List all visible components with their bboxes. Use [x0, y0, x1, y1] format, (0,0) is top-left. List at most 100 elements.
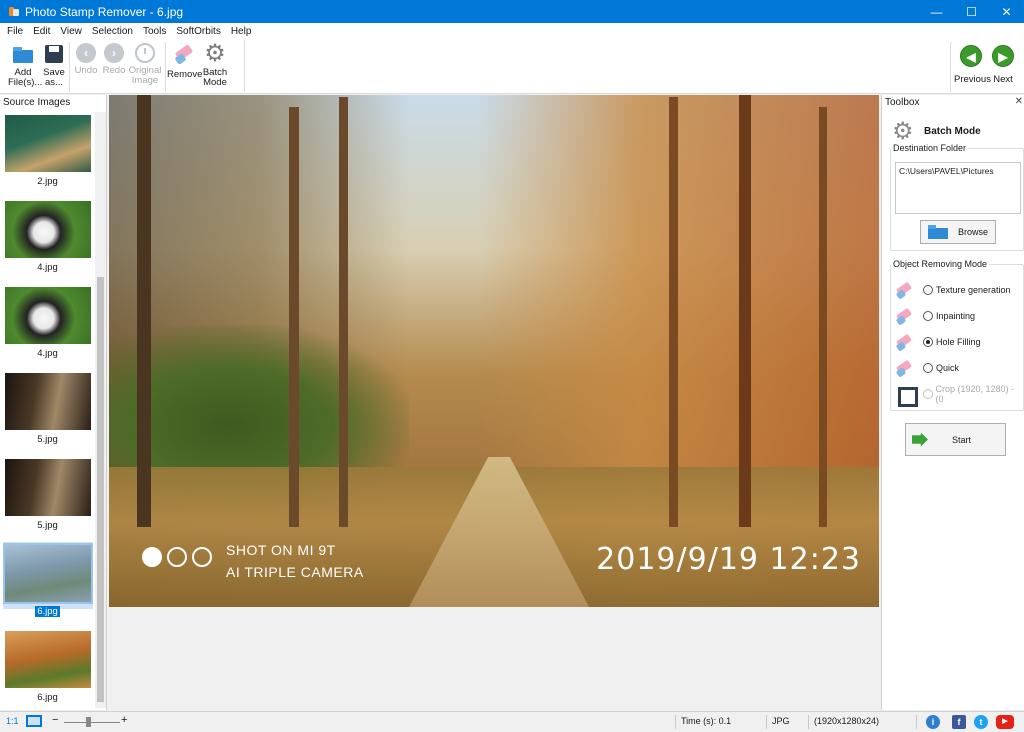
destination-folder-group: Destination Folder C:\Users\PAVEL\Pictur…	[890, 143, 1024, 251]
photo-view[interactable]: SHOT ON MI 9T AI TRIPLE CAMERA 2019/9/19…	[109, 95, 879, 607]
source-images-title: Source Images	[3, 97, 71, 108]
save-icon	[43, 43, 65, 65]
zoom-ratio[interactable]: 1:1	[6, 716, 19, 726]
maximize-button[interactable]: ☐	[954, 0, 989, 23]
minimize-button[interactable]: —	[919, 0, 954, 23]
toolbox-header: Toolbox ✕	[882, 95, 1024, 111]
watermark-text: SHOT ON MI 9T	[226, 542, 336, 558]
mode-label: Quick	[936, 363, 960, 373]
zoom-slider[interactable]	[64, 722, 120, 723]
image-format: JPG	[772, 716, 790, 726]
mode-label: Crop (1920, 1280) - (0	[935, 384, 1015, 404]
thumbnail-item-selected[interactable]: 6.jpg	[0, 542, 95, 628]
batch-mode-title: Batch Mode	[924, 126, 981, 137]
mode-label: Inpainting	[936, 311, 976, 321]
radio-button[interactable]	[923, 311, 933, 321]
thumbnail-scrollbar[interactable]	[95, 112, 106, 708]
watermark-logo	[142, 547, 212, 567]
menu-edit[interactable]: Edit	[33, 26, 50, 37]
watermark-datetime: 2019/9/19 12:23	[596, 542, 861, 577]
save-as-button[interactable]: Save as...	[42, 41, 66, 88]
radio-button-checked[interactable]	[923, 337, 933, 347]
thumbnail-caption: 4.jpg	[37, 348, 58, 359]
status-bar: 1:1 − + Time (s): 0.1 JPG (1920x1280x24)…	[0, 711, 1024, 732]
menu-softorbits[interactable]: SoftOrbits	[176, 26, 220, 37]
menu-file[interactable]: File	[7, 26, 23, 37]
redo-button[interactable]: › Redo	[101, 41, 127, 76]
close-button[interactable]: ✕	[989, 0, 1024, 23]
eraser-icon	[895, 332, 915, 352]
thumbnail-image	[5, 373, 91, 430]
window-title: Photo Stamp Remover - 6.jpg	[25, 4, 184, 19]
next-button[interactable]: ▶ Next	[990, 43, 1016, 85]
thumbnail-image	[5, 201, 91, 258]
batch-mode-label: Batch Mode	[202, 67, 228, 88]
mode-texture-generation[interactable]: Texture generation	[895, 279, 1011, 301]
start-button[interactable]: Start	[905, 423, 1006, 456]
info-icon[interactable]: i	[926, 715, 940, 729]
zoom-slider-handle[interactable]	[86, 717, 91, 727]
undo-label: Undo	[74, 65, 98, 76]
radio-button[interactable]	[923, 285, 933, 295]
mode-quick[interactable]: Quick	[895, 357, 959, 379]
batch-mode-button[interactable]: ⚙ Batch Mode	[202, 41, 228, 88]
scrollbar-thumb[interactable]	[97, 277, 104, 702]
thumbnail-image	[5, 287, 91, 344]
start-arrow-icon	[912, 432, 928, 447]
redo-icon: ›	[104, 43, 124, 63]
zoom-out-button[interactable]: −	[52, 714, 58, 726]
mode-crop[interactable]: Crop (1920, 1280) - (0	[895, 383, 1023, 407]
facebook-icon[interactable]: f	[952, 715, 966, 729]
menu-help[interactable]: Help	[231, 26, 252, 37]
thumbnail-item[interactable]: 5.jpg	[0, 370, 95, 456]
remove-button[interactable]: Remove	[167, 41, 203, 80]
batch-mode-header: ⚙ Batch Mode	[892, 117, 981, 146]
remove-label: Remove	[167, 69, 203, 80]
previous-button[interactable]: ◀ Previous	[954, 43, 991, 85]
image-canvas[interactable]: SHOT ON MI 9T AI TRIPLE CAMERA 2019/9/19…	[108, 95, 880, 710]
thumbnail-item[interactable]: 6.jpg	[0, 628, 95, 714]
image-dimensions: (1920x1280x24)	[814, 716, 880, 726]
original-image-label: Original Image	[128, 65, 162, 86]
eraser-icon	[895, 280, 915, 300]
undo-button[interactable]: ‹ Undo	[73, 41, 99, 76]
gear-icon: ⚙	[204, 40, 226, 67]
folder-open-icon	[12, 43, 34, 65]
object-removing-mode-label: Object Removing Mode	[893, 259, 988, 269]
radio-button[interactable]	[923, 363, 933, 373]
twitter-icon[interactable]: t	[974, 715, 988, 729]
youtube-icon[interactable]: ▶	[996, 715, 1014, 729]
fit-window-icon[interactable]	[26, 715, 42, 727]
zoom-in-button[interactable]: +	[121, 714, 127, 726]
undo-icon: ‹	[76, 43, 96, 63]
radio-button[interactable]	[922, 389, 933, 399]
mode-hole-filling[interactable]: Hole Filling	[895, 331, 981, 353]
thumbnail-item[interactable]: 2.jpg	[0, 112, 95, 198]
destination-path-field[interactable]: C:\Users\PAVEL\Pictures	[895, 162, 1021, 214]
menu-selection[interactable]: Selection	[92, 26, 133, 37]
thumbnail-item[interactable]: 4.jpg	[0, 198, 95, 284]
mode-inpainting[interactable]: Inpainting	[895, 305, 975, 327]
crop-icon	[895, 384, 918, 407]
toolbox-panel: Toolbox ✕ ⚙ Batch Mode Destination Folde…	[881, 95, 1024, 710]
thumbnail-caption: 4.jpg	[37, 262, 58, 273]
arrow-right-icon: ▶	[992, 45, 1014, 67]
eraser-icon	[895, 358, 915, 378]
thumbnail-item[interactable]: 4.jpg	[0, 284, 95, 370]
browse-button[interactable]: Browse	[920, 220, 996, 244]
thumbnail-item[interactable]: 5.jpg	[0, 456, 95, 542]
destination-folder-label: Destination Folder	[893, 143, 967, 153]
thumbnail-image	[5, 459, 91, 516]
menu-view[interactable]: View	[60, 26, 82, 37]
add-files-button[interactable]: Add File(s)...	[8, 41, 42, 88]
next-label: Next	[993, 74, 1013, 85]
folder-icon	[927, 225, 948, 239]
original-image-button[interactable]: Original Image	[128, 41, 162, 86]
toolbar-separator	[165, 42, 166, 92]
toolbox-close-icon[interactable]: ✕	[1015, 96, 1023, 107]
app-icon	[9, 6, 19, 18]
watermark-text: AI TRIPLE CAMERA	[226, 564, 364, 580]
object-removing-mode-group: Object Removing Mode Texture generation …	[890, 259, 1024, 411]
processing-time: Time (s): 0.1	[681, 716, 732, 726]
menu-tools[interactable]: Tools	[143, 26, 166, 37]
